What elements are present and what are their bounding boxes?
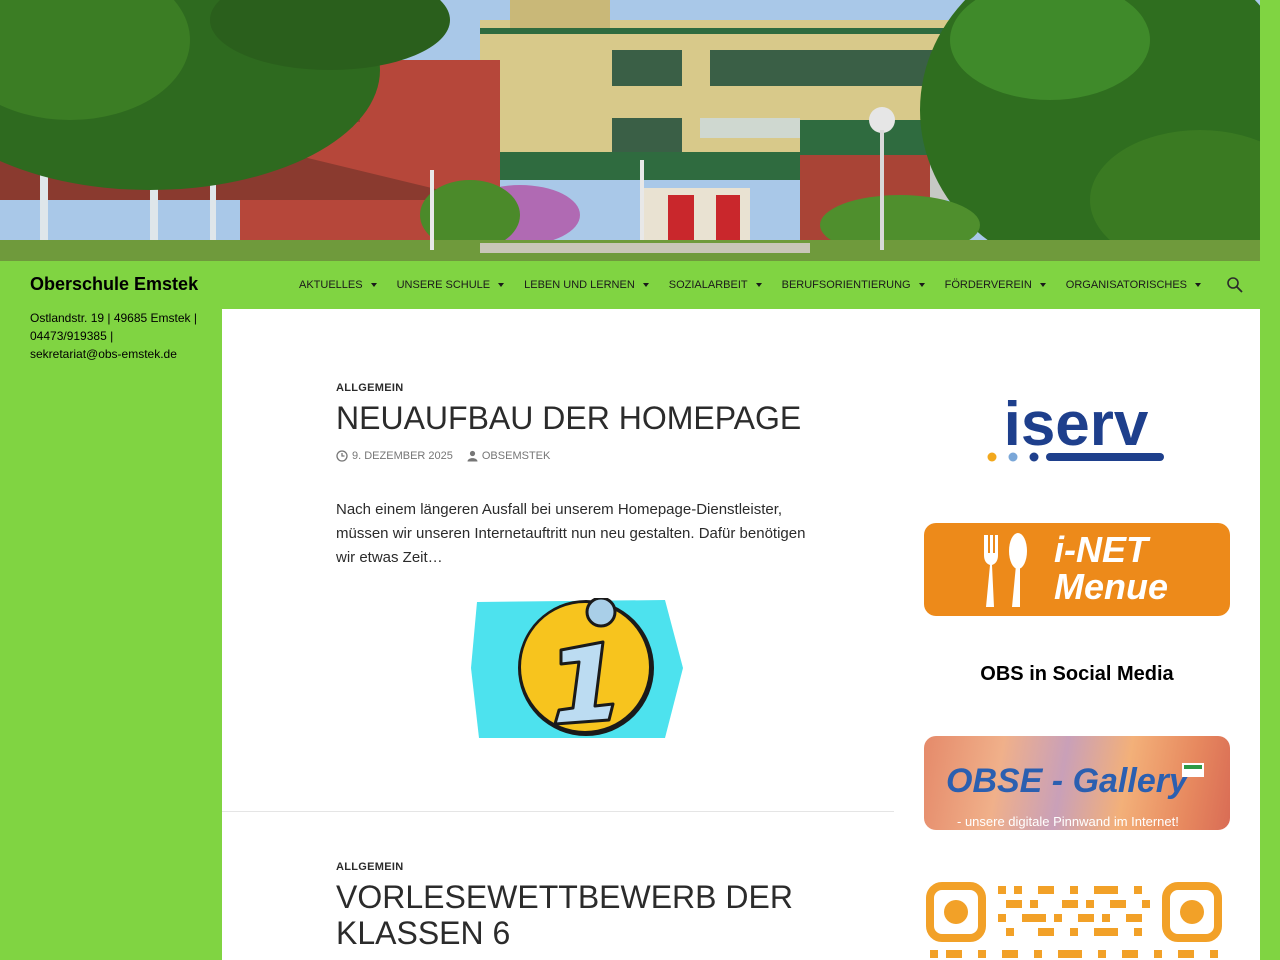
nav-item-label: LEBEN UND LERNEN bbox=[524, 279, 635, 291]
nav-item-label: ORGANISATORISCHES bbox=[1065, 279, 1188, 291]
menue-line1: i-NET bbox=[1054, 529, 1148, 570]
chevron-down-icon bbox=[370, 283, 377, 287]
chevron-down-icon bbox=[755, 283, 762, 287]
nav-item-label: BERUFSORIENTIERUNG bbox=[781, 279, 911, 291]
nav-item-sozialarbeit[interactable]: SOZIALARBEIT bbox=[659, 279, 772, 291]
gallery-subtitle: - unsere digitale Pinnwand im Internet! bbox=[957, 814, 1179, 829]
nav-item-organisatorisches[interactable]: ORGANISATORISCHES bbox=[1056, 279, 1211, 291]
primary-navigation: AKTUELLES UNSERE SCHULE LEBEN UND LERNEN… bbox=[289, 261, 1211, 309]
post-date: 9. DEZEMBER 2025 bbox=[352, 450, 453, 462]
nav-item-label: SOZIALARBEIT bbox=[668, 279, 748, 291]
chevron-down-icon bbox=[1195, 283, 1202, 287]
nav-item-aktuelles[interactable]: AKTUELLES bbox=[289, 279, 387, 291]
site-title[interactable]: Oberschule Emstek bbox=[30, 274, 198, 295]
gallery-title: OBSE - Gallery bbox=[946, 762, 1188, 800]
post-author-link[interactable]: OBSEMSTEK bbox=[467, 450, 550, 462]
post-article: ALLGEMEIN NEUAUFBAU DER HOMEPAGE 9. DEZE… bbox=[336, 382, 816, 585]
inet-menue-button[interactable]: i-NET Menue bbox=[924, 523, 1230, 616]
menue-text: i-NET Menue bbox=[1054, 531, 1168, 605]
info-icon[interactable] bbox=[469, 596, 685, 740]
post-category-link[interactable]: ALLGEMEIN bbox=[336, 861, 816, 873]
flag-icon bbox=[1182, 763, 1204, 777]
search-icon[interactable] bbox=[1226, 276, 1244, 294]
post-author: OBSEMSTEK bbox=[481, 450, 551, 462]
obse-gallery-banner[interactable]: OBSE - Gallery - unsere digitale Pinnwan… bbox=[924, 736, 1230, 830]
qr-code-image[interactable] bbox=[924, 880, 1230, 960]
nav-item-leben-und-lernen[interactable]: LEBEN UND LERNEN bbox=[514, 279, 659, 291]
chevron-down-icon bbox=[1039, 283, 1046, 287]
user-icon bbox=[467, 450, 478, 462]
cutlery-icon bbox=[984, 533, 1027, 607]
post-separator bbox=[222, 811, 894, 812]
clock-icon bbox=[336, 450, 348, 462]
menue-line2: Menue bbox=[1054, 566, 1169, 607]
header-image[interactable] bbox=[0, 0, 1260, 261]
post-title[interactable]: NEUAUFBAU DER HOMEPAGE bbox=[336, 400, 816, 436]
post-title[interactable]: VORLESEWETTBEWERB DER KLASSEN 6 bbox=[336, 879, 816, 951]
nav-item-foerderverein[interactable]: FÖRDERVEREIN bbox=[935, 279, 1056, 291]
chevron-down-icon bbox=[642, 283, 649, 287]
nav-item-label: UNSERE SCHULE bbox=[396, 279, 491, 291]
post-article: ALLGEMEIN VORLESEWETTBEWERB DER KLASSEN … bbox=[336, 861, 816, 951]
iserv-logo-link[interactable]: iserv bbox=[924, 389, 1230, 479]
nav-item-berufsorientierung[interactable]: BERUFSORIENTIERUNG bbox=[772, 279, 935, 291]
nav-item-label: FÖRDERVEREIN bbox=[944, 279, 1032, 291]
post-meta: 9. DEZEMBER 2025 OBSEMSTEK bbox=[336, 450, 816, 462]
post-date-link[interactable]: 9. DEZEMBER 2025 bbox=[336, 450, 453, 462]
chevron-down-icon bbox=[918, 283, 925, 287]
chevron-down-icon bbox=[498, 283, 505, 287]
nav-item-label: AKTUELLES bbox=[299, 279, 363, 291]
nav-item-unsere-schule[interactable]: UNSERE SCHULE bbox=[387, 279, 515, 291]
iserv-logo-text: iserv bbox=[1004, 390, 1149, 459]
post-excerpt: Nach einem längeren Ausfall bei unserem … bbox=[336, 501, 806, 566]
post-category-link[interactable]: ALLGEMEIN bbox=[336, 382, 816, 394]
social-media-heading: OBS in Social Media bbox=[980, 663, 1174, 685]
site-description: Ostlandstr. 19 | 49685 Emstek | 04473/91… bbox=[30, 311, 197, 361]
